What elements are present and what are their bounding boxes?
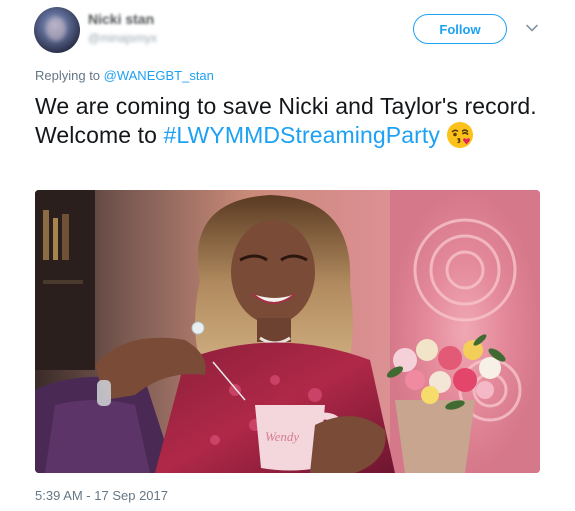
follow-button[interactable]: Follow — [413, 14, 507, 44]
display-name[interactable]: Nicki stan — [88, 11, 157, 27]
reply-mention-link[interactable]: @WANEGBT_stan — [104, 68, 214, 83]
reply-prefix: Replying to — [35, 68, 104, 83]
chevron-down-icon[interactable] — [524, 20, 540, 36]
reply-context: Replying to @WANEGBT_stan — [35, 68, 214, 83]
avatar[interactable] — [34, 7, 80, 53]
tweet-timestamp[interactable]: 5:39 AM - 17 Sep 2017 — [35, 488, 168, 503]
face-blowing-kiss-emoji-icon — [446, 121, 474, 156]
photo-illustration: Wendy — [35, 190, 540, 473]
user-handle[interactable]: @minajsmyx — [88, 30, 157, 46]
tweet-text: We are coming to save Nicki and Taylor's… — [35, 92, 545, 156]
user-info[interactable]: Nicki stan @minajsmyx — [88, 11, 157, 46]
hashtag-link[interactable]: #LWYMMDStreamingParty — [164, 122, 440, 148]
tweet-header: Nicki stan @minajsmyx Follow — [0, 0, 575, 62]
tweet-photo[interactable]: Wendy — [35, 190, 540, 473]
mug-label: Wendy — [265, 429, 299, 444]
